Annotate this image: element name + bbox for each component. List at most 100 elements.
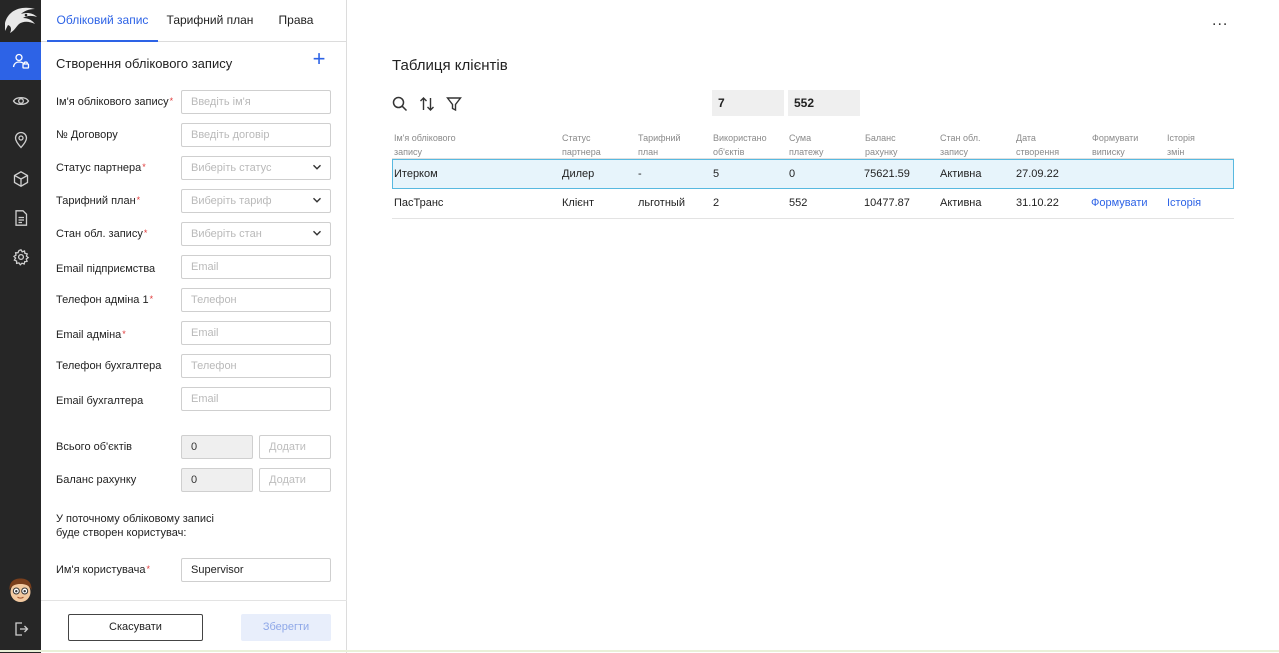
add-icon[interactable]: + [309, 48, 329, 70]
username-input[interactable]: Supervisor [181, 558, 331, 582]
accountant-phone-label: Телефон бухгалтера [56, 360, 162, 372]
search-icon[interactable] [391, 95, 409, 113]
contract-label: № Договору [56, 129, 118, 141]
account-name-input[interactable]: Введіть ім'я [181, 90, 331, 114]
page-title: Таблиця клієнтів [392, 57, 508, 74]
nav-geozones[interactable] [0, 121, 41, 159]
nav-monitoring[interactable] [0, 82, 41, 120]
nav-reports[interactable] [0, 199, 41, 237]
column-header[interactable]: Історія змін [1167, 131, 1195, 159]
add-balance-input[interactable]: Додати [259, 468, 331, 492]
admin-phone-label: Телефон адміна 1* [56, 294, 154, 306]
required-mark: * [122, 329, 126, 339]
accountant-email-input[interactable]: Email [181, 387, 331, 411]
required-mark: * [169, 96, 174, 106]
cell-objects: 2 [713, 197, 720, 209]
tariff-plan-select[interactable]: Виберіть тариф [181, 189, 331, 213]
account-name-label: Ім'я облікового запису* [56, 96, 174, 108]
left-rail [0, 0, 41, 653]
cell-status: Клієнт [562, 197, 594, 209]
eye-icon [12, 96, 29, 106]
tariff-plan-label: Тарифний план* [56, 195, 141, 207]
column-header[interactable]: Сума платежу [789, 131, 823, 159]
tab-bar: Обліковий запис Тарифний план Права [41, 0, 347, 42]
user-creation-note: У поточному обліковому записі буде створ… [56, 512, 256, 540]
accountant-email-label: Email бухгалтера [56, 395, 144, 407]
location-pin-icon [14, 131, 27, 149]
column-header[interactable]: Стан обл. запису [940, 131, 981, 159]
sort-icon[interactable] [418, 95, 436, 113]
column-header[interactable]: Статус партнера [562, 131, 601, 159]
cell-objects: 5 [713, 168, 720, 180]
nav-user-accounts[interactable] [0, 42, 41, 80]
note-line: буде створен користувач: [56, 527, 187, 539]
cell-balance: 10477.87 [864, 197, 910, 209]
cell-tariff: льготный [638, 197, 685, 209]
tab-rights[interactable]: Права [269, 0, 323, 42]
cell-name: Итерком [394, 168, 438, 180]
logout-icon [14, 622, 28, 636]
payments-total: 552 [788, 90, 860, 116]
contract-input[interactable]: Введіть договір [181, 123, 331, 147]
divider [41, 600, 347, 601]
accountant-phone-input[interactable]: Телефон [181, 354, 331, 378]
chevron-down-icon [313, 197, 321, 203]
add-objects-input[interactable]: Додати [259, 435, 331, 459]
more-menu-button[interactable]: ... [1212, 12, 1228, 30]
cell-payment: 0 [789, 168, 796, 180]
cell-payment: 552 [789, 197, 808, 209]
account-state-select[interactable]: Виберіть стан [181, 222, 331, 246]
nav-logout[interactable] [0, 610, 41, 648]
account-state-placeholder: Виберіть стан [191, 228, 262, 240]
avatar[interactable] [6, 576, 35, 605]
admin-email-input[interactable]: Email [181, 321, 331, 345]
user-accounts-icon [12, 53, 29, 69]
admin-phone-input[interactable]: Телефон [181, 288, 331, 312]
column-header[interactable]: Формувати виписку [1092, 131, 1138, 159]
column-header[interactable]: Ім'я облікового запису [394, 131, 456, 159]
total-objects-label: Всього об'єктів [56, 441, 133, 453]
required-mark: * [142, 162, 146, 172]
tariff-plan-placeholder: Виберіть тариф [191, 195, 272, 207]
column-header[interactable]: Тарифний план [638, 131, 681, 159]
account-form-panel: Обліковий запис Тарифний план Права Ство… [41, 0, 347, 653]
cancel-button[interactable]: Скасувати [68, 614, 203, 641]
admin-email-label: Email адміна* [56, 329, 126, 341]
generate-statement-link[interactable]: Формувати [1091, 189, 1148, 219]
chevron-down-icon [313, 164, 321, 170]
required-mark: * [136, 195, 141, 205]
total-objects-value: 0 [181, 435, 253, 459]
partner-status-placeholder: Виберіть статус [191, 162, 272, 174]
cell-name: ПасТранс [394, 197, 444, 209]
balance-label: Баланс рахунку [56, 474, 137, 486]
tab-account[interactable]: Обліковий запис [47, 0, 158, 42]
required-mark: * [146, 564, 151, 574]
table-row[interactable]: ПасТранс Клієнт льготный 2 552 10477.87 … [392, 189, 1234, 219]
required-mark: * [149, 294, 154, 304]
nav-objects[interactable] [0, 160, 41, 198]
company-email-label: Email підприємства [56, 263, 156, 275]
cell-created: 27.09.22 [1016, 168, 1059, 180]
partner-status-select[interactable]: Виберіть статус [181, 156, 331, 180]
section-title: Створення облікового запису [56, 56, 233, 71]
cell-tariff: - [638, 168, 642, 180]
column-header[interactable]: Використано об'єктів [713, 131, 767, 159]
cell-state: Активна [940, 197, 982, 209]
column-header[interactable]: Дата створення [1016, 131, 1059, 159]
cube-icon [13, 171, 28, 187]
save-button[interactable]: Зберегти [241, 614, 331, 641]
cell-state: Активна [940, 168, 982, 180]
balance-value: 0 [181, 468, 253, 492]
company-email-input[interactable]: Email [181, 255, 331, 279]
required-mark: * [143, 228, 148, 238]
filter-icon[interactable] [445, 95, 463, 113]
table-row[interactable]: Итерком Дилер - 5 0 75621.59 Активна 27.… [392, 159, 1234, 189]
column-header[interactable]: Баланс рахунку [865, 131, 898, 159]
tab-tariff-plan[interactable]: Тарифний план [161, 0, 259, 42]
chevron-down-icon [313, 230, 321, 236]
nav-settings[interactable] [0, 238, 41, 276]
partner-status-label: Статус партнера* [56, 162, 146, 174]
document-icon [14, 210, 27, 226]
history-link[interactable]: Історія [1167, 189, 1201, 219]
objects-total: 7 [712, 90, 784, 116]
